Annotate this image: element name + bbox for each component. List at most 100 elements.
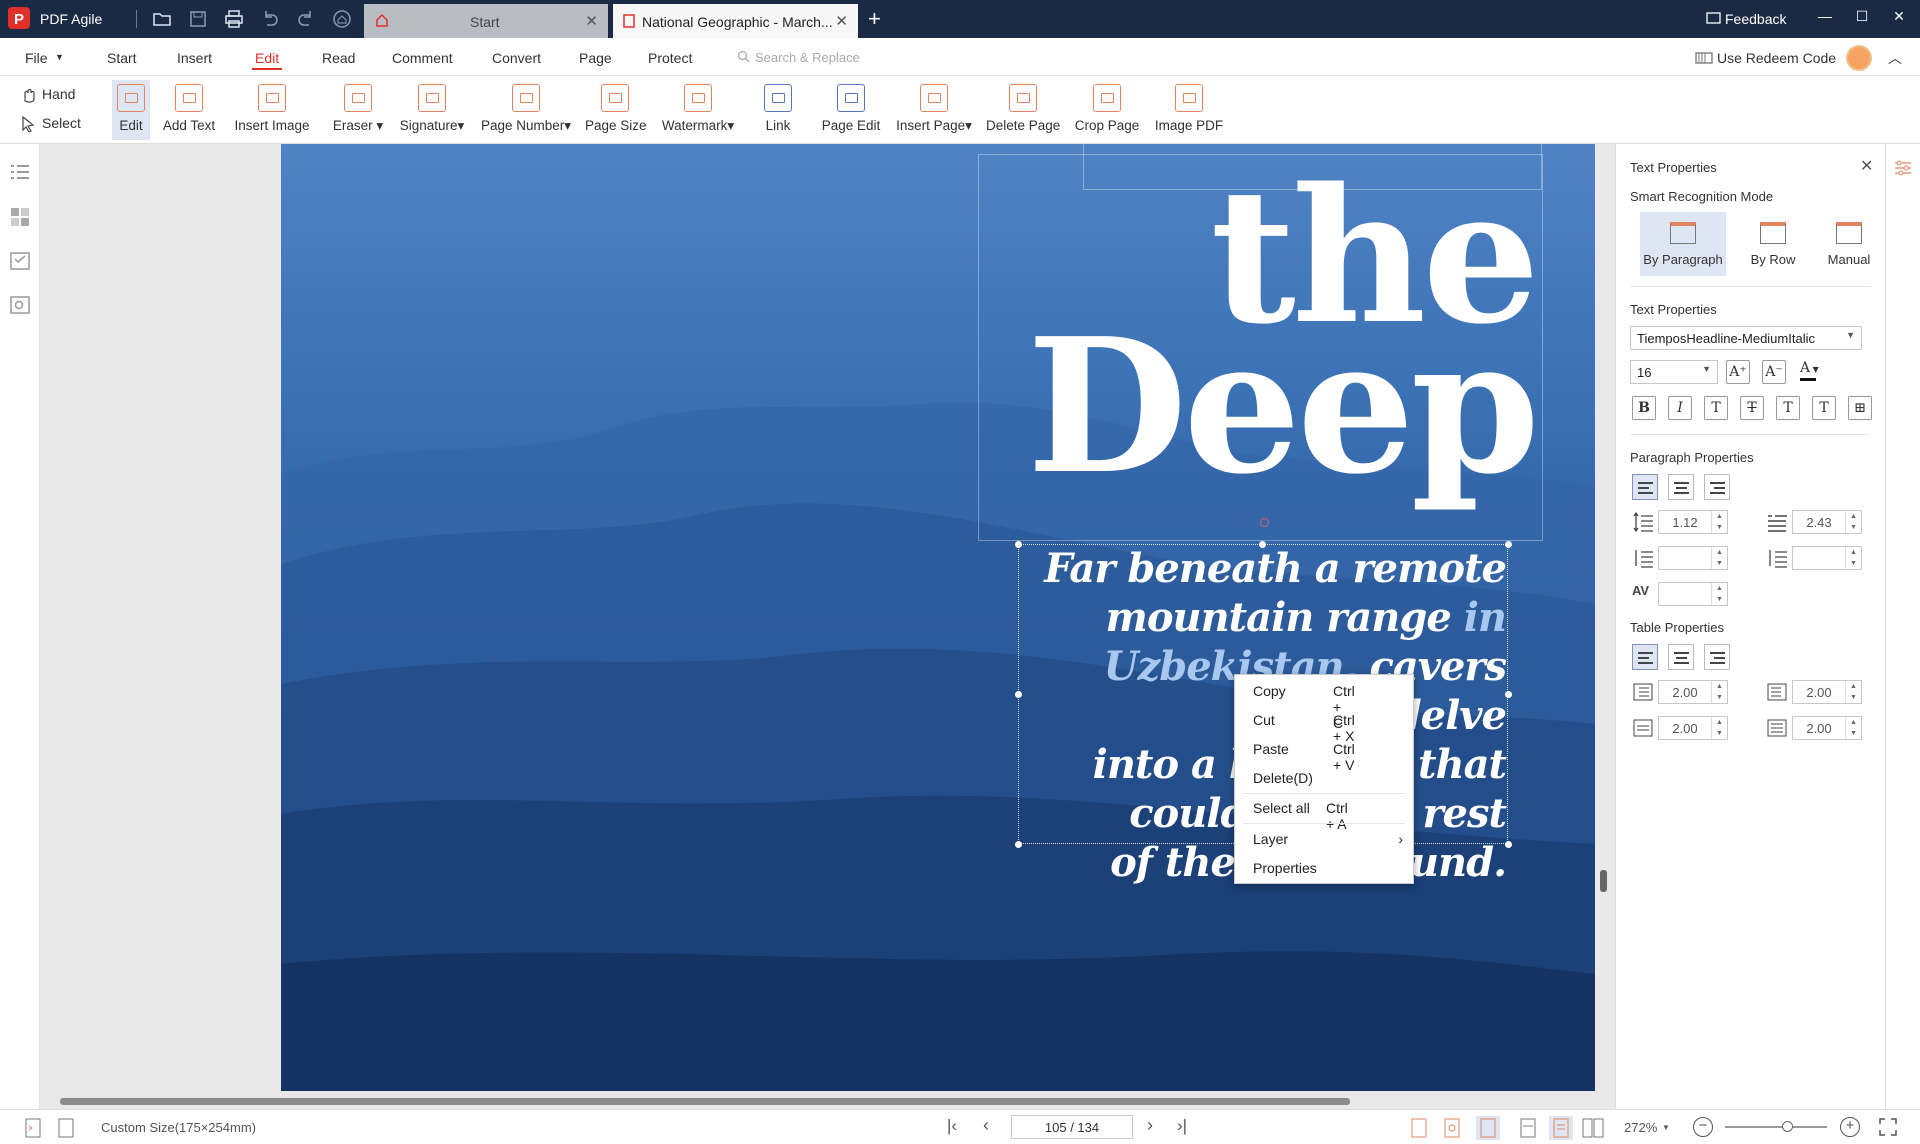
print-icon[interactable] [224,9,244,29]
previous-page-icon[interactable]: ‹ [983,1115,989,1136]
link-button[interactable]: Link [762,80,794,140]
cell-padding-left-input[interactable]: 2.00 ▲ ▼ [1658,680,1728,704]
close-icon[interactable]: ✕ [1860,156,1873,176]
close-icon[interactable]: ✕ [585,12,598,30]
increase-font-icon[interactable]: A⁺ [1726,360,1750,384]
edit-tool-button[interactable]: Edit [112,80,150,140]
zoom-out-icon[interactable]: − [1693,1117,1713,1137]
chevron-up-icon[interactable]: ︿ [1888,48,1902,68]
vertical-scrollbar[interactable] [1600,870,1607,892]
underline-button[interactable]: T [1704,396,1728,420]
menu-read[interactable]: Read [322,50,355,66]
paragraph-spacing-input[interactable]: 2.43 ▲ ▼ [1792,510,1862,534]
resize-handle[interactable] [1015,541,1022,548]
kerning-input[interactable]: ▲ ▼ [1658,582,1728,606]
zoom-select[interactable]: 272% [1624,1120,1657,1135]
single-page-view-icon[interactable] [1518,1118,1538,1138]
char-spacing-button[interactable]: ⊞ [1848,396,1872,420]
menu-start[interactable]: Start [107,50,137,66]
stepper-icon[interactable]: ▲ ▼ [1711,583,1727,605]
space-after-input[interactable]: ▲ ▼ [1792,546,1862,570]
table-align-left-button[interactable] [1632,644,1658,670]
horizontal-scrollbar[interactable] [60,1098,1350,1105]
resize-handle[interactable] [1015,691,1022,698]
line-spacing-input[interactable]: 1.12 ▲ ▼ [1658,510,1728,534]
last-page-icon[interactable]: ›| [1177,1116,1187,1136]
page-number-button[interactable]: Page Number▾ [479,80,573,140]
search-replace-input[interactable]: Search & Replace [755,50,860,65]
open-folder-icon[interactable] [152,9,172,29]
font-size-select[interactable]: 16 ▼ [1630,360,1718,384]
mode-manual[interactable]: Manual [1806,212,1892,276]
italic-button[interactable]: I [1668,396,1692,420]
menu-convert[interactable]: Convert [492,50,541,66]
tab-document[interactable]: National Geographic - March... ✕ [613,4,858,38]
thumbnails-icon[interactable] [9,206,31,228]
page-icon[interactable] [24,1118,42,1138]
actual-size-icon[interactable] [1476,1116,1500,1140]
insert-page-button[interactable]: Insert Page▾ [894,80,974,140]
stepper-icon[interactable]: ▲ ▼ [1845,547,1861,569]
fullscreen-icon[interactable] [1878,1117,1898,1137]
stepper-icon[interactable]: ▲ ▼ [1711,511,1727,533]
search-panel-icon[interactable] [9,294,31,316]
stepper-icon[interactable]: ▲ ▼ [1711,717,1727,739]
strikethrough-button[interactable]: T [1740,396,1764,420]
menu-insert[interactable]: Insert [177,50,212,66]
rotate-handle-icon[interactable] [1260,518,1269,527]
minimize-icon[interactable]: — [1815,8,1835,28]
mode-by-row[interactable]: By Row [1730,212,1816,276]
resize-handle[interactable] [1505,841,1512,848]
two-page-view-icon[interactable] [1582,1118,1604,1138]
annotations-icon[interactable] [9,250,31,272]
font-color-picker[interactable]: A ▼ [1800,360,1836,384]
properties-sliders-icon[interactable] [1893,158,1913,178]
next-page-icon[interactable]: › [1147,1115,1153,1136]
stepper-icon[interactable]: ▲ ▼ [1845,717,1861,739]
continuous-view-icon[interactable] [1549,1116,1573,1140]
resize-handle[interactable] [1505,691,1512,698]
maximize-icon[interactable]: ☐ [1852,8,1872,28]
signature-button[interactable]: Signature▾ [397,80,467,140]
resize-handle[interactable] [1259,541,1266,548]
stepper-icon[interactable]: ▲ ▼ [1711,681,1727,703]
insert-image-button[interactable]: Insert Image [232,80,312,140]
zoom-in-icon[interactable]: + [1840,1117,1860,1137]
resize-handle[interactable] [1505,541,1512,548]
bold-button[interactable]: B [1632,396,1656,420]
decrease-font-icon[interactable]: A⁻ [1762,360,1786,384]
menu-item-delete[interactable]: Delete(D) [1253,770,1313,790]
align-center-button[interactable] [1668,474,1694,500]
table-align-right-button[interactable] [1704,644,1730,670]
mode-by-paragraph[interactable]: By Paragraph [1640,212,1726,276]
outline-icon[interactable] [9,162,31,184]
stepper-icon[interactable]: ▲ ▼ [1845,681,1861,703]
zoom-slider[interactable] [1725,1126,1827,1128]
menu-page[interactable]: Page [579,50,612,66]
eraser-button[interactable]: Eraser ▾ [330,80,386,140]
fit-page-icon[interactable] [1410,1118,1428,1138]
menu-item-select-all[interactable]: Select all Ctrl + A [1253,800,1348,832]
font-family-select[interactable]: TiemposHeadline-MediumItalic ▼ [1630,326,1862,350]
redo-icon[interactable] [296,9,316,29]
watermark-button[interactable]: Watermark▾ [659,80,737,140]
menu-item-paste[interactable]: Paste Ctrl + V [1253,741,1355,773]
home-icon[interactable] [332,9,352,29]
resize-handle[interactable] [1015,841,1022,848]
select-tool[interactable]: Select [20,115,81,133]
menu-item-layer[interactable]: Layer › [1253,831,1403,851]
page-size-button[interactable]: Page Size [585,80,647,140]
image-pdf-button[interactable]: Image PDF [1154,80,1224,140]
menu-item-properties[interactable]: Properties [1253,860,1317,880]
menu-item-copy[interactable]: Copy Ctrl + C [1253,683,1355,731]
table-align-center-button[interactable] [1668,644,1694,670]
crop-page-button[interactable]: Crop Page [1074,80,1140,140]
close-icon[interactable]: ✕ [835,12,848,30]
superscript-button[interactable]: T [1776,396,1800,420]
avatar[interactable] [1846,45,1872,71]
tab-start[interactable]: Start ✕ [364,4,608,38]
page-edit-button[interactable]: Page Edit [820,80,882,140]
undo-icon[interactable] [260,9,280,29]
stepper-icon[interactable]: ▲ ▼ [1845,511,1861,533]
cell-padding-right-input[interactable]: 2.00 ▲ ▼ [1792,680,1862,704]
